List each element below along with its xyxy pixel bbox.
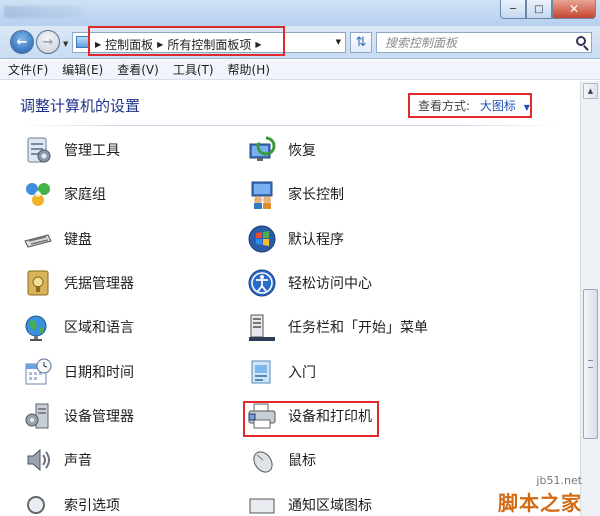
item-credential-manager[interactable]: 凭据管理器 — [22, 267, 134, 299]
item-region-language[interactable]: 区域和语言 — [22, 311, 134, 343]
item-label: 家庭组 — [64, 187, 106, 203]
item-label: 轻松访问中心 — [288, 276, 372, 292]
default-programs-icon — [246, 223, 278, 255]
indexing-options-icon — [22, 489, 54, 516]
item-label: 家长控制 — [288, 187, 344, 203]
item-label: 键盘 — [64, 232, 92, 248]
keyboard-icon — [22, 223, 54, 255]
menu-file[interactable]: 文件(F) — [8, 61, 48, 78]
item-label: 鼠标 — [288, 453, 316, 469]
minimize-icon: ─ — [509, 3, 517, 15]
item-parental-controls[interactable]: 家长控制 — [246, 178, 344, 210]
item-default-programs[interactable]: 默认程序 — [246, 223, 344, 255]
item-notification-icons[interactable]: 通知区域图标 — [246, 489, 372, 516]
item-label: 入门 — [288, 365, 316, 381]
close-icon: ✕ — [568, 2, 580, 16]
menu-bar: 文件(F) 编辑(E) 查看(V) 工具(T) 帮助(H) — [0, 60, 600, 80]
refresh-button[interactable]: ⇅ — [350, 32, 372, 53]
date-time-icon — [22, 356, 54, 388]
admin-tools-icon — [22, 134, 54, 166]
getting-started-icon — [246, 356, 278, 388]
item-label: 凭据管理器 — [64, 276, 134, 292]
item-device-manager[interactable]: 设备管理器 — [22, 400, 134, 432]
item-label: 通知区域图标 — [288, 498, 372, 514]
region-language-icon — [22, 311, 54, 343]
arrow-left-icon: ← — [16, 34, 28, 50]
maximize-icon: □ — [534, 3, 544, 15]
address-highlight-box — [88, 26, 285, 56]
maximize-button[interactable]: □ — [526, 0, 552, 19]
item-taskbar-start[interactable]: 任务栏和「开始」菜单 — [246, 311, 428, 343]
vertical-scrollbar[interactable]: ▲ — [580, 81, 600, 516]
item-label: 任务栏和「开始」菜单 — [288, 320, 428, 336]
item-label: 声音 — [64, 453, 92, 469]
window-title-blurred — [4, 6, 84, 18]
item-getting-started[interactable]: 入门 — [246, 356, 316, 388]
title-bar: ─ □ ✕ — [0, 0, 600, 26]
recovery-icon — [246, 134, 278, 166]
item-label: 管理工具 — [64, 143, 120, 159]
menu-edit[interactable]: 编辑(E) — [62, 61, 103, 78]
menu-view[interactable]: 查看(V) — [117, 61, 159, 78]
arrow-right-icon: → — [42, 34, 54, 50]
item-label: 日期和时间 — [64, 365, 134, 381]
search-icon[interactable] — [576, 36, 586, 46]
watermark-brand: 脚本之家 — [498, 491, 582, 515]
scroll-thumb[interactable] — [583, 289, 598, 439]
item-sound[interactable]: 声音 — [22, 444, 92, 476]
device-manager-icon — [22, 400, 54, 432]
menu-tools[interactable]: 工具(T) — [173, 61, 214, 78]
caption-buttons: ─ □ ✕ — [500, 0, 596, 20]
page-title: 调整计算机的设置 — [20, 97, 141, 115]
forward-button[interactable]: → — [36, 30, 60, 54]
watermark-site: jb51.net — [536, 474, 582, 487]
item-label: 索引选项 — [64, 498, 120, 514]
recent-pages-dropdown[interactable]: ▼ — [63, 40, 68, 48]
scroll-up-button[interactable]: ▲ — [583, 83, 598, 99]
item-label: 恢复 — [288, 143, 316, 159]
item-mouse[interactable]: 鼠标 — [246, 444, 316, 476]
notification-icons-icon — [246, 489, 278, 516]
watermark: jb51.net 脚本之家 — [498, 474, 582, 516]
divider — [20, 125, 560, 126]
minimize-button[interactable]: ─ — [500, 0, 526, 19]
view-by-highlight-box — [408, 93, 532, 118]
item-indexing-options[interactable]: 索引选项 — [22, 489, 120, 516]
devices-printers-highlight-box — [243, 401, 379, 437]
item-homegroup[interactable]: 家庭组 — [22, 178, 106, 210]
menu-help[interactable]: 帮助(H) — [228, 61, 270, 78]
item-ease-of-access[interactable]: 轻松访问中心 — [246, 267, 372, 299]
sound-icon — [22, 444, 54, 476]
parental-controls-icon — [246, 178, 278, 210]
item-recovery[interactable]: 恢复 — [246, 134, 316, 166]
taskbar-start-icon — [246, 311, 278, 343]
item-keyboard[interactable]: 键盘 — [22, 223, 92, 255]
mouse-icon — [246, 444, 278, 476]
item-label: 默认程序 — [288, 232, 344, 248]
search-box — [376, 32, 592, 53]
item-date-time[interactable]: 日期和时间 — [22, 356, 134, 388]
content-area: 调整计算机的设置 查看方式: 大图标 ▼ 管理工具 家庭组 键盘 凭据管理器 区… — [0, 81, 580, 516]
item-label: 设备管理器 — [64, 409, 134, 425]
homegroup-icon — [22, 178, 54, 210]
close-button[interactable]: ✕ — [552, 0, 596, 19]
search-input[interactable] — [385, 34, 565, 52]
refresh-icon: ⇅ — [355, 35, 367, 50]
ease-of-access-icon — [246, 267, 278, 299]
credential-manager-icon — [22, 267, 54, 299]
back-button[interactable]: ← — [10, 30, 34, 54]
item-label: 区域和语言 — [64, 320, 134, 336]
address-history-dropdown[interactable]: ▼ — [336, 38, 341, 46]
item-admin-tools[interactable]: 管理工具 — [22, 134, 120, 166]
